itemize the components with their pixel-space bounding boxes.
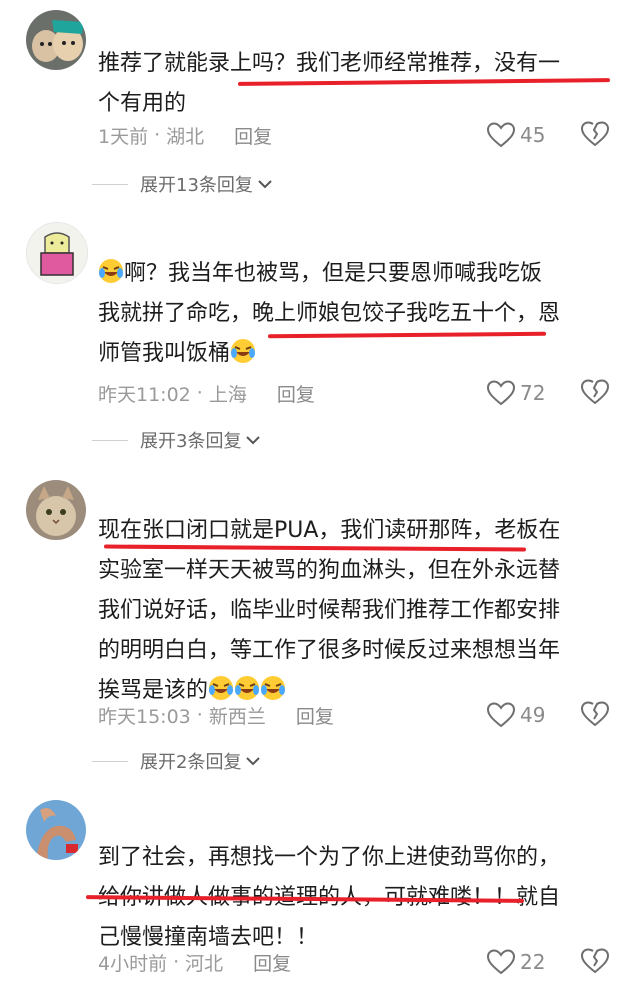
chevron-down-icon [258,180,272,189]
heart-icon [486,702,516,728]
avatar[interactable] [26,800,86,860]
comment-location: 新西兰 [208,705,266,728]
broken-heart-icon [581,701,609,726]
comment-location: 湖北 [166,125,205,148]
comment-time: 4小时前 [98,952,168,975]
dislike-button[interactable] [580,700,610,730]
comment-time: 昨天11:02 [98,383,191,406]
divider [92,760,128,762]
like-button[interactable]: 45 [486,119,545,151]
comment-time: 1天前 [98,125,149,148]
reply-button[interactable]: 回复 [296,702,334,729]
laugh-cry-emoji-icon [235,676,260,700]
heart-icon [486,380,516,406]
like-button[interactable]: 72 [486,377,545,409]
comment-meta: 1天前 · 湖北 回复 [98,119,272,151]
divider [92,183,128,185]
like-count: 49 [520,703,546,727]
heart-icon [486,949,516,975]
laugh-cry-emoji-icon [99,259,123,283]
broken-heart-icon [581,121,609,146]
comment-text: 现在张口闭口就是PUA，我们读研那阵，老板在 实验室一样天天被骂的狗血淋头，但在… [98,518,561,703]
heart-icon [486,122,516,148]
like-button[interactable]: 49 [486,699,545,731]
comment-meta: 昨天11:02 · 上海 回复 [98,377,315,409]
avatar[interactable] [26,10,86,70]
comment-text: 啊？我当年也被骂，但是只要恩师喊我吃饭 我就拼了命吃，晚上师娘包饺子我吃五十个，… [98,254,623,374]
laugh-cry-emoji-icon [209,676,234,700]
reply-button[interactable]: 回复 [277,380,315,407]
reply-button[interactable]: 回复 [253,949,291,976]
expand-replies[interactable]: 展开2条回复 [92,746,261,776]
reply-button[interactable]: 回复 [234,122,272,149]
divider [92,439,128,441]
comment-location: 上海 [208,383,247,406]
chevron-down-icon [246,436,261,445]
dislike-button[interactable] [580,947,610,977]
laugh-cry-emoji-icon [261,676,286,700]
avatar[interactable] [26,480,86,540]
like-button[interactable]: 22 [486,946,545,978]
expand-replies[interactable]: 展开13条回复 [92,169,273,199]
broken-heart-icon [581,948,609,973]
chevron-down-icon [246,757,261,766]
dislike-button[interactable] [580,120,610,150]
expand-replies[interactable]: 展开3条回复 [92,425,261,455]
like-count: 22 [520,950,546,974]
like-count: 45 [520,123,546,147]
laugh-cry-emoji-icon [231,339,256,363]
comment-time: 昨天15:03 [98,705,191,728]
like-count: 72 [520,381,546,405]
comment-meta: 4小时前 · 河北 回复 [98,946,291,978]
avatar[interactable] [26,222,88,284]
comment-location: 河北 [185,952,224,975]
comment-meta: 昨天15:03 · 新西兰 回复 [98,699,334,731]
broken-heart-icon [581,379,609,404]
dislike-button[interactable] [580,378,610,408]
